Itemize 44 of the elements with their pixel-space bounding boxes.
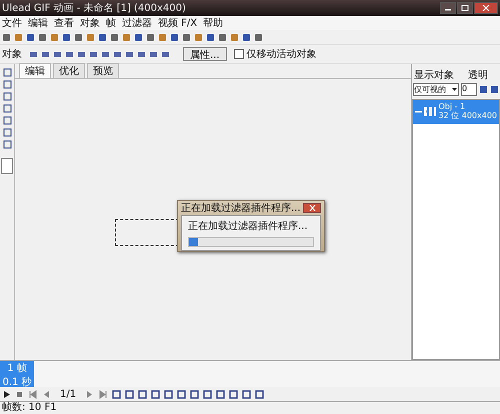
status-text: 帧数: 10 F1: [2, 402, 57, 413]
properties-button[interactable]: 属性...: [183, 47, 227, 61]
close-button[interactable]: [474, 2, 498, 14]
menu-item[interactable]: 文件: [2, 16, 22, 30]
panel-label: 显示对象: [414, 68, 454, 82]
tab[interactable]: 优化: [53, 63, 85, 78]
tab[interactable]: 预览: [87, 63, 119, 78]
minimize-button[interactable]: [440, 2, 456, 14]
line-thumbnail: [415, 110, 422, 114]
object-name: Obj - 1: [438, 103, 466, 112]
close-icon: [482, 5, 490, 11]
first-frame-icon[interactable]: [28, 390, 37, 398]
dialog-title: 正在加载过滤器插件程序...: [181, 202, 301, 215]
menu-item[interactable]: 视频 F/X: [158, 16, 198, 30]
close-icon: [308, 205, 316, 211]
size-field[interactable]: [1, 158, 13, 174]
menu-item[interactable]: 编辑: [28, 16, 48, 30]
toolbar-label: 对象: [2, 48, 22, 61]
menu-item[interactable]: 对象: [80, 16, 100, 30]
menu-item[interactable]: 帮助: [203, 16, 224, 30]
panel-label: 透明: [468, 68, 488, 82]
caret-icon: [451, 86, 458, 93]
dialog-message: 正在加载过滤器插件程序...: [188, 220, 309, 233]
menu-item[interactable]: 过滤器: [122, 16, 152, 30]
play-icon[interactable]: [2, 390, 11, 398]
window-title: Ulead GIF 动画 - 未命名 [1] (400x400): [2, 2, 186, 15]
last-frame-icon[interactable]: [99, 390, 108, 398]
maximize-button[interactable]: [457, 2, 473, 14]
object-info: 32 位 400x400: [438, 112, 498, 121]
transparency-field[interactable]: 0: [461, 83, 477, 96]
frame-thumbnail[interactable]: 1 帧 0.1 秒: [0, 361, 34, 387]
show-dropdown[interactable]: 仅可视的: [413, 83, 459, 96]
maximize-icon: [461, 5, 469, 11]
object-row[interactable]: Obj - 1 32 位 400x400: [413, 100, 499, 124]
stop-icon[interactable]: [15, 390, 24, 398]
menu-item[interactable]: 查看: [54, 16, 74, 30]
menu-item[interactable]: 帧: [106, 16, 116, 30]
frame-counter: 1/1: [60, 388, 76, 400]
checkbox-label: 仅移动活动对象: [246, 48, 317, 61]
close-button[interactable]: [303, 203, 321, 213]
frame-delay: 0.1 秒: [2, 376, 32, 389]
tab[interactable]: 编辑: [19, 63, 51, 78]
checkbox[interactable]: [234, 49, 244, 59]
frame-label: 1 帧: [7, 362, 27, 375]
